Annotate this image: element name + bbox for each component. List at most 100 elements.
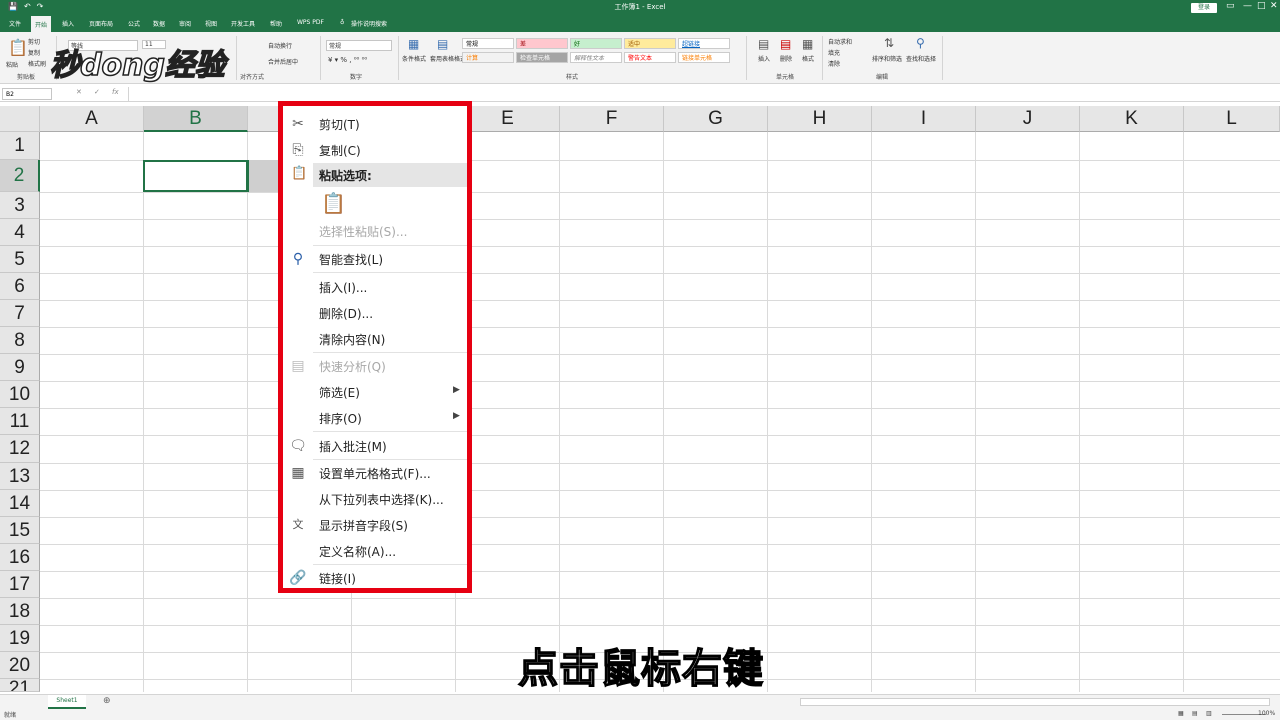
clear-button[interactable]: 清除 bbox=[828, 59, 840, 68]
paste-option-icon[interactable]: 📋 bbox=[321, 191, 346, 215]
find-select-icon[interactable]: ⚲ bbox=[916, 36, 925, 50]
ribbon-display-icon[interactable]: ▭ bbox=[1226, 1, 1235, 11]
tab-page-layout[interactable]: 页面布局 bbox=[89, 19, 113, 28]
row-header-11[interactable]: 11 bbox=[0, 408, 40, 435]
table-format-icon[interactable]: ▤ bbox=[437, 37, 448, 51]
column-header-f[interactable]: F bbox=[560, 106, 664, 132]
row-header-7[interactable]: 7 bbox=[0, 300, 40, 327]
row-header-9[interactable]: 9 bbox=[0, 354, 40, 381]
tell-me-search[interactable]: 操作说明搜索 bbox=[351, 19, 387, 28]
style-neutral[interactable]: 适中 bbox=[624, 38, 676, 49]
number-format-select[interactable]: 常规 bbox=[326, 40, 392, 51]
column-header-l[interactable]: L bbox=[1184, 106, 1280, 132]
delete-cells-button[interactable]: 删除 bbox=[780, 54, 792, 63]
sort-filter-button[interactable]: 排序和筛选 bbox=[872, 54, 902, 63]
column-header-k[interactable]: K bbox=[1080, 106, 1184, 132]
menu-item-delete[interactable]: 删除(D)... bbox=[283, 301, 467, 325]
horizontal-scrollbar[interactable] bbox=[800, 698, 1270, 706]
row-header-6[interactable]: 6 bbox=[0, 273, 40, 300]
menu-item-insert[interactable]: 插入(I)... bbox=[283, 275, 467, 299]
style-calculation[interactable]: 计算 bbox=[462, 52, 514, 63]
menu-item-show-pinyin[interactable]: 文 显示拼音字段(S) bbox=[283, 513, 467, 537]
cancel-icon[interactable]: ✕ bbox=[76, 88, 82, 96]
row-header-3[interactable]: 3 bbox=[0, 192, 40, 219]
menu-item-smart-lookup[interactable]: ⚲ 智能查找(L) bbox=[283, 247, 467, 271]
menu-item-clear-contents[interactable]: 清除内容(N) bbox=[283, 327, 467, 351]
paste-icon[interactable]: 📋 bbox=[8, 38, 28, 57]
number-format-icons[interactable]: ¥ ▾ % , ⁰⁰ ⁰⁰ bbox=[328, 56, 367, 64]
wrap-text-button[interactable]: 自动换行 bbox=[268, 41, 292, 50]
copy-button[interactable]: 复制 bbox=[28, 48, 40, 57]
cut-button[interactable]: 剪切 bbox=[28, 37, 40, 46]
page-break-view-icon[interactable]: ▥ bbox=[1206, 710, 1212, 717]
fx-button[interactable]: fx bbox=[112, 88, 119, 96]
column-header-g[interactable]: G bbox=[664, 106, 768, 132]
row-header-13[interactable]: 13 bbox=[0, 463, 40, 490]
tab-formulas[interactable]: 公式 bbox=[128, 19, 140, 28]
style-bad[interactable]: 差 bbox=[516, 38, 568, 49]
sort-filter-icon[interactable]: ⇅ bbox=[884, 36, 894, 50]
formula-input[interactable] bbox=[128, 87, 1278, 101]
paste-button[interactable]: 粘贴 bbox=[6, 60, 18, 69]
find-select-button[interactable]: 查找和选择 bbox=[906, 54, 936, 63]
add-sheet-icon[interactable]: ⊕ bbox=[103, 696, 111, 706]
select-all-button[interactable] bbox=[0, 106, 40, 132]
format-cells-button[interactable]: 格式 bbox=[802, 54, 814, 63]
format-cells-icon[interactable]: ▦ bbox=[802, 37, 813, 51]
conditional-format-button[interactable]: 条件格式 bbox=[402, 54, 426, 63]
conditional-format-icon[interactable]: ▦ bbox=[408, 37, 419, 51]
row-header-19[interactable]: 19 bbox=[0, 625, 40, 652]
style-warning[interactable]: 警告文本 bbox=[624, 52, 676, 63]
table-format-button[interactable]: 套用表格格式 bbox=[430, 54, 466, 63]
zoom-level[interactable]: 100% bbox=[1258, 710, 1275, 717]
row-header-2[interactable]: 2 bbox=[0, 160, 40, 192]
minimize-icon[interactable]: — bbox=[1243, 1, 1252, 11]
menu-item-format-cells[interactable]: ▦ 设置单元格格式(F)... bbox=[283, 461, 467, 485]
menu-item-define-name[interactable]: 定义名称(A)... bbox=[283, 539, 467, 563]
close-icon[interactable]: ✕ bbox=[1270, 1, 1278, 11]
normal-view-icon[interactable]: ▦ bbox=[1178, 710, 1184, 717]
row-header-5[interactable]: 5 bbox=[0, 246, 40, 273]
page-layout-view-icon[interactable]: ▤ bbox=[1192, 710, 1198, 717]
merge-center-button[interactable]: 合并后居中 bbox=[268, 57, 298, 66]
menu-item-insert-comment[interactable]: 🗨 插入批注(M) bbox=[283, 434, 467, 458]
column-header-j[interactable]: J bbox=[976, 106, 1080, 132]
style-explanatory[interactable]: 解释性文本 bbox=[570, 52, 622, 63]
style-hyperlink[interactable]: 超链接 bbox=[678, 38, 730, 49]
sheet-tab-sheet1[interactable]: Sheet1 bbox=[48, 695, 86, 709]
row-header-18[interactable]: 18 bbox=[0, 598, 40, 625]
row-header-1[interactable]: 1 bbox=[0, 132, 40, 160]
enter-icon[interactable]: ✓ bbox=[94, 88, 100, 96]
row-header-15[interactable]: 15 bbox=[0, 517, 40, 544]
tab-review[interactable]: 审阅 bbox=[179, 19, 191, 28]
menu-item-sort[interactable]: 排序(O) ▶ bbox=[283, 406, 467, 430]
tab-insert[interactable]: 插入 bbox=[62, 19, 74, 28]
active-cell-b2[interactable] bbox=[143, 160, 248, 192]
column-header-h[interactable]: H bbox=[768, 106, 872, 132]
format-painter-button[interactable]: 格式刷 bbox=[28, 59, 46, 68]
tab-developer[interactable]: 开发工具 bbox=[231, 19, 255, 28]
tab-view[interactable]: 视图 bbox=[205, 19, 217, 28]
insert-cells-button[interactable]: 插入 bbox=[758, 54, 770, 63]
tab-home[interactable]: 开始 bbox=[31, 16, 52, 32]
tab-wps-pdf[interactable]: WPS PDF bbox=[297, 19, 324, 26]
row-header-14[interactable]: 14 bbox=[0, 490, 40, 517]
tab-help[interactable]: 帮助 bbox=[270, 19, 282, 28]
menu-item-filter[interactable]: 筛选(E) ▶ bbox=[283, 380, 467, 404]
column-header-i[interactable]: I bbox=[872, 106, 976, 132]
row-header-10[interactable]: 10 bbox=[0, 381, 40, 408]
fill-button[interactable]: 填充 bbox=[828, 48, 840, 57]
column-header-b[interactable]: B bbox=[144, 106, 248, 132]
row-header-16[interactable]: 16 bbox=[0, 544, 40, 571]
style-check-cell[interactable]: 检查单元格 bbox=[516, 52, 568, 63]
column-header-a[interactable]: A bbox=[40, 106, 144, 132]
tab-file[interactable]: 文件 bbox=[9, 19, 21, 28]
menu-item-copy[interactable]: ⎘ 复制(C) bbox=[283, 138, 467, 162]
menu-item-pick-from-list[interactable]: 从下拉列表中选择(K)... bbox=[283, 487, 467, 511]
autosum-button[interactable]: 自动求和 bbox=[828, 37, 852, 46]
menu-item-link[interactable]: 🔗 链接(I) bbox=[283, 566, 467, 590]
insert-cells-icon[interactable]: ▤ bbox=[758, 37, 769, 51]
tab-data[interactable]: 数据 bbox=[153, 19, 165, 28]
menu-item-cut[interactable]: ✂ 剪切(T) bbox=[283, 112, 467, 136]
row-header-17[interactable]: 17 bbox=[0, 571, 40, 598]
